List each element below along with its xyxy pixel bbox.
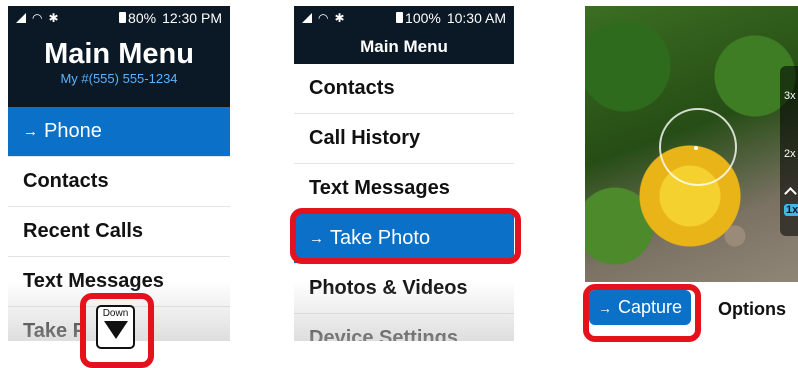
focus-ring bbox=[659, 108, 737, 186]
menu-item-phone[interactable]: → Phone bbox=[8, 107, 230, 157]
header: Main Menu bbox=[294, 30, 514, 64]
battery-status: 80% bbox=[119, 10, 156, 26]
down-triangle-icon bbox=[103, 321, 128, 339]
zoom-2x[interactable]: 2x bbox=[784, 148, 796, 160]
wifi-icon: ◠ bbox=[318, 11, 329, 25]
options-button[interactable]: Options bbox=[718, 299, 786, 320]
focus-point bbox=[694, 146, 698, 150]
signal-icon bbox=[16, 13, 26, 23]
battery-icon bbox=[119, 12, 127, 23]
menu-item-photos-videos[interactable]: Photos & Videos bbox=[294, 264, 514, 314]
page-title: Main Menu bbox=[44, 38, 194, 70]
battery-status: 100% bbox=[396, 10, 441, 26]
menu-item-device-settings[interactable]: Device Settings bbox=[294, 314, 514, 341]
clock: 10:30 AM bbox=[446, 10, 506, 26]
down-key-button[interactable]: Down bbox=[96, 305, 135, 349]
menu-item-text-messages[interactable]: Text Messages bbox=[294, 164, 514, 214]
bluetooth-icon: ✱ bbox=[48, 11, 59, 25]
wifi-icon: ◠ bbox=[32, 11, 43, 25]
signal-icon bbox=[302, 13, 312, 23]
main-menu-list: Contacts Call History Text Messages → Ta… bbox=[294, 64, 514, 341]
clock: 12:30 PM bbox=[162, 10, 222, 26]
arrow-right-icon: → bbox=[23, 123, 38, 140]
zoom-3x[interactable]: 3x bbox=[784, 90, 796, 102]
menu-item-contacts[interactable]: Contacts bbox=[294, 64, 514, 114]
menu-item-contacts[interactable]: Contacts bbox=[8, 157, 230, 207]
menu-item-call-history[interactable]: Call History bbox=[294, 114, 514, 164]
callout-highlight-capture bbox=[583, 284, 701, 342]
menu-item-recent-calls[interactable]: Recent Calls bbox=[8, 207, 230, 257]
phone-screen-main-menu: ◠ ✱ 80% 12:30 PM Main Menu My #(555) 555… bbox=[8, 6, 230, 341]
zoom-1x[interactable]: 1x bbox=[784, 204, 798, 216]
phone-number: My #(555) 555-1234 bbox=[60, 71, 178, 86]
callout-highlight-take-photo bbox=[290, 208, 521, 264]
battery-icon bbox=[396, 12, 404, 23]
page-title: Main Menu bbox=[360, 37, 448, 56]
status-bar: ◠ ✱ 100% 10:30 AM bbox=[294, 6, 514, 30]
status-bar: ◠ ✱ 80% 12:30 PM bbox=[8, 6, 230, 30]
bluetooth-icon: ✱ bbox=[334, 11, 345, 25]
header: Main Menu My #(555) 555-1234 bbox=[8, 30, 230, 107]
phone-screen-main-menu-scrolled: ◠ ✱ 100% 10:30 AM Main Menu Contacts Cal… bbox=[294, 6, 514, 341]
